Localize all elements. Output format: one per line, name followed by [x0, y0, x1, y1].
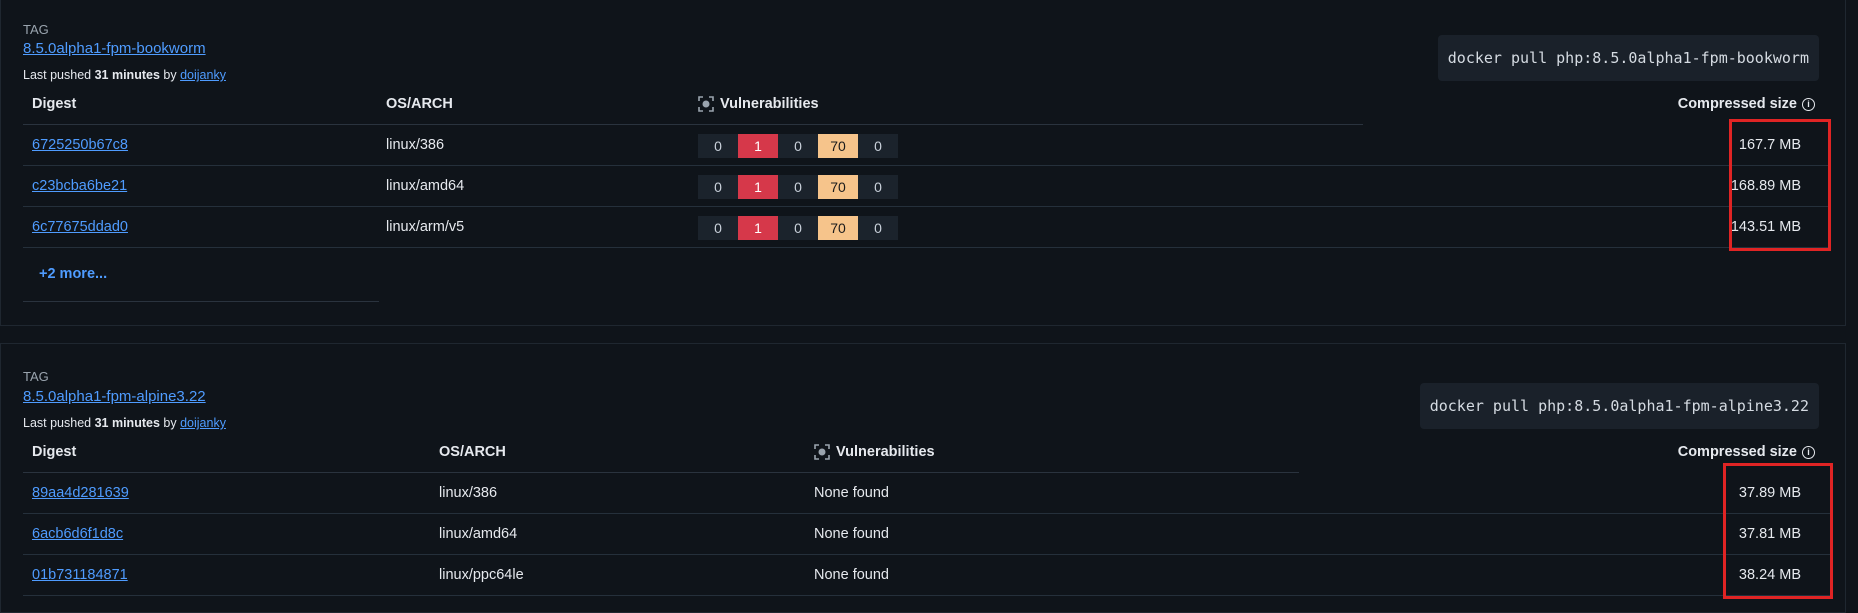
vulnerabilities-label: Vulnerabilities	[720, 96, 819, 112]
vuln-medium-count: 0	[778, 216, 818, 240]
vuln-low-count: 70	[818, 175, 858, 199]
row-divider	[23, 247, 1831, 248]
pushed-time: 31 minutes	[94, 68, 160, 82]
os-arch-value: linux/386	[386, 137, 445, 153]
size-highlight-box	[1729, 119, 1831, 251]
vuln-high-count: 1	[738, 175, 778, 199]
column-header-osarch: OS/ARCH	[386, 96, 453, 112]
more-divider	[23, 301, 379, 302]
pushed-time: 31 minutes	[94, 416, 160, 430]
vulnerabilities-value: None found	[814, 526, 889, 542]
os-arch-value: linux/amd64	[439, 526, 518, 542]
vuln-medium-count: 0	[778, 134, 818, 158]
pushed-user-link[interactable]: doijanky	[180, 68, 226, 82]
vuln-medium-count: 0	[778, 175, 818, 199]
vulnerability-counts[interactable]: 0 1 0 70 0	[698, 216, 898, 240]
vulnerabilities-value: None found	[814, 567, 889, 583]
digest-link[interactable]: 6acb6d6f1d8c	[32, 526, 123, 542]
vuln-critical-count: 0	[698, 175, 738, 199]
vuln-high-count: 1	[738, 134, 778, 158]
digest-link[interactable]: 6c77675ddad0	[32, 219, 128, 235]
vuln-unspecified-count: 0	[858, 216, 898, 240]
last-pushed-info: Last pushed 31 minutes by doijanky	[23, 68, 226, 82]
digest-link[interactable]: 6725250b67c8	[32, 137, 128, 153]
tag-name-link[interactable]: 8.5.0alpha1-fpm-alpine3.22	[23, 388, 206, 405]
tag-name-link[interactable]: 8.5.0alpha1-fpm-bookworm	[23, 40, 206, 57]
header-divider	[23, 472, 1299, 473]
tag-label: TAG	[23, 369, 49, 384]
vuln-critical-count: 0	[698, 216, 738, 240]
row-divider	[23, 595, 1831, 596]
digest-link[interactable]: c23bcba6be21	[32, 178, 127, 194]
column-header-digest: Digest	[32, 444, 77, 460]
row-divider	[23, 206, 1831, 207]
os-arch-value: linux/amd64	[386, 178, 465, 194]
column-header-osarch: OS/ARCH	[439, 444, 506, 460]
pushed-prefix: Last pushed	[23, 416, 92, 430]
tag-card-alpine: TAG 8.5.0alpha1-fpm-alpine3.22 Last push…	[0, 343, 1846, 613]
row-divider	[23, 554, 1831, 555]
os-arch-value: linux/ppc64le	[439, 567, 524, 583]
row-divider	[23, 513, 1831, 514]
column-header-vulnerabilities: Vulnerabilities	[698, 96, 819, 112]
info-circle-icon[interactable]: i	[1802, 445, 1815, 459]
pushed-prefix: Last pushed	[23, 68, 92, 82]
vulnerabilities-value: None found	[814, 485, 889, 501]
docker-pull-command[interactable]: docker pull php:8.5.0alpha1-fpm-alpine3.…	[1419, 383, 1819, 429]
vulnerabilities-label: Vulnerabilities	[836, 444, 935, 460]
vuln-high-count: 1	[738, 216, 778, 240]
column-header-size: Compressed size i	[1678, 96, 1815, 112]
vulnerability-counts[interactable]: 0 1 0 70 0	[698, 134, 898, 158]
vulnerability-counts[interactable]: 0 1 0 70 0	[698, 175, 898, 199]
pushed-by: by	[163, 416, 177, 430]
os-arch-value: linux/arm/v5	[386, 219, 465, 235]
scan-target-icon	[814, 444, 830, 460]
last-pushed-info: Last pushed 31 minutes by doijanky	[23, 416, 226, 430]
vuln-unspecified-count: 0	[858, 134, 898, 158]
pushed-by: by	[163, 68, 177, 82]
pushed-user-link[interactable]: doijanky	[180, 416, 226, 430]
digest-link[interactable]: 01b731184871	[32, 567, 128, 583]
column-header-size: Compressed size i	[1678, 444, 1815, 460]
scan-target-icon	[698, 96, 714, 112]
compressed-size-label: Compressed size	[1677, 444, 1797, 460]
compressed-size-label: Compressed size	[1677, 96, 1797, 112]
info-circle-icon[interactable]: i	[1802, 97, 1815, 111]
tag-card-bookworm: TAG 8.5.0alpha1-fpm-bookworm Last pushed…	[0, 0, 1846, 326]
tag-label: TAG	[23, 22, 49, 37]
size-highlight-box	[1723, 463, 1833, 599]
header-divider	[23, 124, 1363, 125]
show-more-link[interactable]: +2 more...	[39, 266, 107, 282]
vuln-low-count: 70	[818, 134, 858, 158]
column-header-vulnerabilities: Vulnerabilities	[814, 444, 935, 460]
vuln-critical-count: 0	[698, 134, 738, 158]
vuln-low-count: 70	[818, 216, 858, 240]
row-divider	[23, 165, 1831, 166]
column-header-digest: Digest	[32, 96, 77, 112]
vuln-unspecified-count: 0	[858, 175, 898, 199]
digest-link[interactable]: 89aa4d281639	[32, 485, 129, 501]
os-arch-value: linux/386	[439, 485, 498, 501]
docker-pull-command[interactable]: docker pull php:8.5.0alpha1-fpm-bookworm	[1437, 35, 1819, 81]
